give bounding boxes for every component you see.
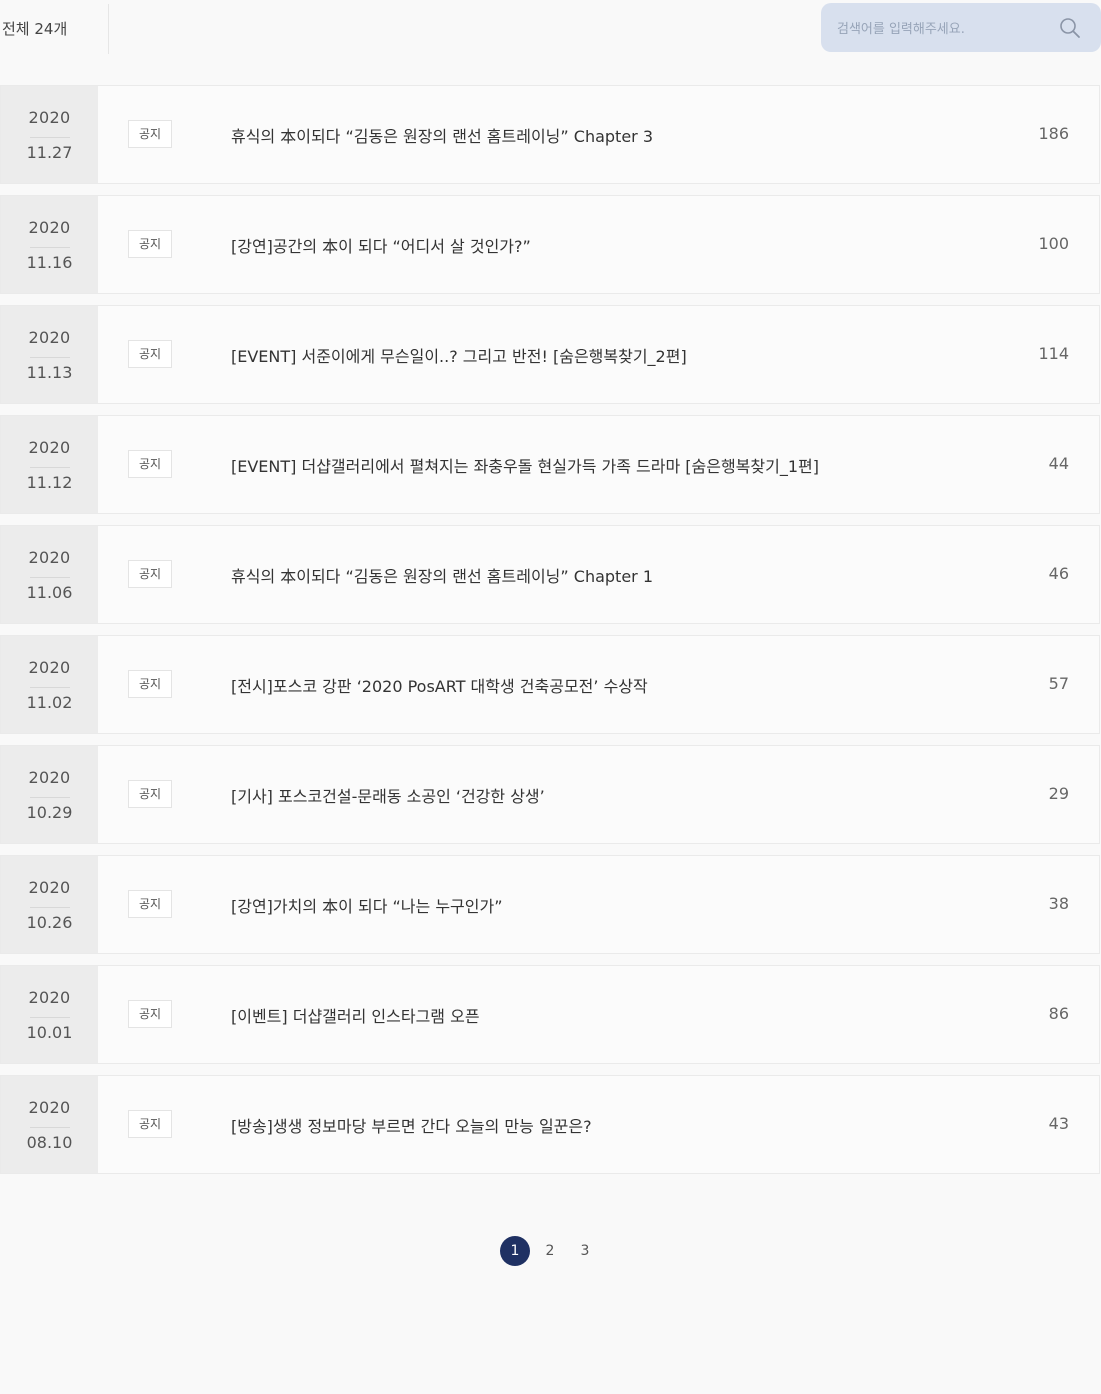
post-year: 2020 [28,768,71,787]
post-date: 2020 11.06 [1,526,98,623]
notice-badge: 공지 [128,560,172,588]
date-divider [30,687,70,688]
post-month-day: 11.13 [26,363,73,382]
post-date: 2020 11.16 [1,196,98,293]
post-month-day: 11.02 [26,693,73,712]
list-header: 전체 24개 [0,0,1101,56]
notice-badge: 공지 [128,1110,172,1138]
post-title-link[interactable]: [전시]포스코 강판 ‘2020 PosART 대학생 건축공모전’ 수상작 [231,673,648,697]
post-month-day: 10.29 [26,803,73,822]
post-title-link[interactable]: [기사] 포스코건설-문래동 소공인 ‘건강한 상생’ [231,783,545,807]
post-list: 2020 11.27 공지 휴식의 本이되다 “김동은 원장의 랜선 홈트레이닝” C… [0,85,1101,1185]
post-title-link[interactable]: 휴식의 本이되다 “김동은 원장의 랜선 홈트레이닝” Chapter 3 [231,123,653,147]
post-year: 2020 [28,988,71,1007]
date-divider [30,1017,70,1018]
post-row[interactable]: 2020 11.12 공지 [EVENT] 더샵갤러리에서 펼쳐지는 좌충우돌 현실가… [0,415,1100,514]
post-row[interactable]: 2020 11.02 공지 [전시]포스코 강판 ‘2020 PosART 대학생 건… [0,635,1100,734]
notice-badge: 공지 [128,340,172,368]
post-title-link[interactable]: [EVENT] 더샵갤러리에서 펼쳐지는 좌충우돌 현실가득 가족 드라마 [숨… [231,453,819,477]
post-row[interactable]: 2020 11.16 공지 [강연]공간의 本이 되다 “어디서 살 것인가?” 100 [0,195,1100,294]
date-divider [30,247,70,248]
date-divider [30,467,70,468]
page-2-button[interactable]: 2 [535,1236,565,1266]
date-divider [30,577,70,578]
post-year: 2020 [28,438,71,457]
post-month-day: 11.06 [26,583,73,602]
post-row[interactable]: 2020 11.27 공지 휴식의 本이되다 “김동은 원장의 랜선 홈트레이닝” C… [0,85,1100,184]
post-row[interactable]: 2020 08.10 공지 [방송]생생 정보마당 부르면 간다 오늘의 만능 일꾼은… [0,1075,1100,1174]
post-year: 2020 [28,218,71,237]
post-row[interactable]: 2020 10.01 공지 [이벤트] 더샵갤러리 인스타그램 오픈 86 [0,965,1100,1064]
post-month-day: 10.01 [26,1023,73,1042]
notice-badge: 공지 [128,780,172,808]
view-count: 186 [1038,124,1069,143]
date-divider [30,797,70,798]
post-month-day: 10.26 [26,913,73,932]
page-3-button[interactable]: 3 [570,1236,600,1266]
pagination: 123 [0,1236,1101,1266]
post-year: 2020 [28,658,71,677]
post-date: 2020 11.02 [1,636,98,733]
post-month-day: 08.10 [26,1133,73,1152]
post-title-link[interactable]: [이벤트] 더샵갤러리 인스타그램 오픈 [231,1003,480,1027]
notice-badge: 공지 [128,450,172,478]
post-date: 2020 10.29 [1,746,98,843]
post-month-day: 11.27 [26,143,73,162]
date-divider [30,137,70,138]
search-icon[interactable] [1058,16,1082,40]
post-date: 2020 08.10 [1,1076,98,1173]
post-row[interactable]: 2020 10.29 공지 [기사] 포스코건설-문래동 소공인 ‘건강한 상생’ 29 [0,745,1100,844]
view-count: 29 [1048,784,1069,803]
view-count: 57 [1048,674,1069,693]
post-date: 2020 11.27 [1,86,98,183]
post-year: 2020 [28,1098,71,1117]
post-title-link[interactable]: 휴식의 本이되다 “김동은 원장의 랜선 홈트레이닝” Chapter 1 [231,563,653,587]
post-title-link[interactable]: [강연]공간의 本이 되다 “어디서 살 것인가?” [231,233,531,257]
post-month-day: 11.12 [26,473,73,492]
date-divider [30,357,70,358]
view-count: 114 [1038,344,1069,363]
post-year: 2020 [28,328,71,347]
view-count: 43 [1048,1114,1069,1133]
post-row[interactable]: 2020 11.06 공지 휴식의 本이되다 “김동은 원장의 랜선 홈트레이닝” C… [0,525,1100,624]
view-count: 44 [1048,454,1069,473]
view-count: 100 [1038,234,1069,253]
notice-badge: 공지 [128,120,172,148]
date-divider [30,907,70,908]
post-date: 2020 10.26 [1,856,98,953]
notice-badge: 공지 [128,1000,172,1028]
search-input[interactable] [835,15,1059,43]
post-month-day: 11.16 [26,253,73,272]
post-title-link[interactable]: [방송]생생 정보마당 부르면 간다 오늘의 만능 일꾼은? [231,1113,592,1137]
divider [108,4,109,54]
date-divider [30,1127,70,1128]
post-year: 2020 [28,878,71,897]
post-date: 2020 11.12 [1,416,98,513]
post-date: 2020 11.13 [1,306,98,403]
post-year: 2020 [28,548,71,567]
notice-badge: 공지 [128,670,172,698]
view-count: 86 [1048,1004,1069,1023]
view-count: 46 [1048,564,1069,583]
notice-badge: 공지 [128,890,172,918]
page-1-button[interactable]: 1 [500,1236,530,1266]
post-row[interactable]: 2020 11.13 공지 [EVENT] 서준이에게 무슨일이..? 그리고 반전!… [0,305,1100,404]
total-count: 전체 24개 [2,20,68,38]
notice-badge: 공지 [128,230,172,258]
post-title-link[interactable]: [강연]가치의 本이 되다 “나는 누구인가” [231,893,503,917]
post-row[interactable]: 2020 10.26 공지 [강연]가치의 本이 되다 “나는 누구인가” 38 [0,855,1100,954]
view-count: 38 [1048,894,1069,913]
post-date: 2020 10.01 [1,966,98,1063]
post-title-link[interactable]: [EVENT] 서준이에게 무슨일이..? 그리고 반전! [숨은행복찾기_2편… [231,343,687,367]
post-year: 2020 [28,108,71,127]
